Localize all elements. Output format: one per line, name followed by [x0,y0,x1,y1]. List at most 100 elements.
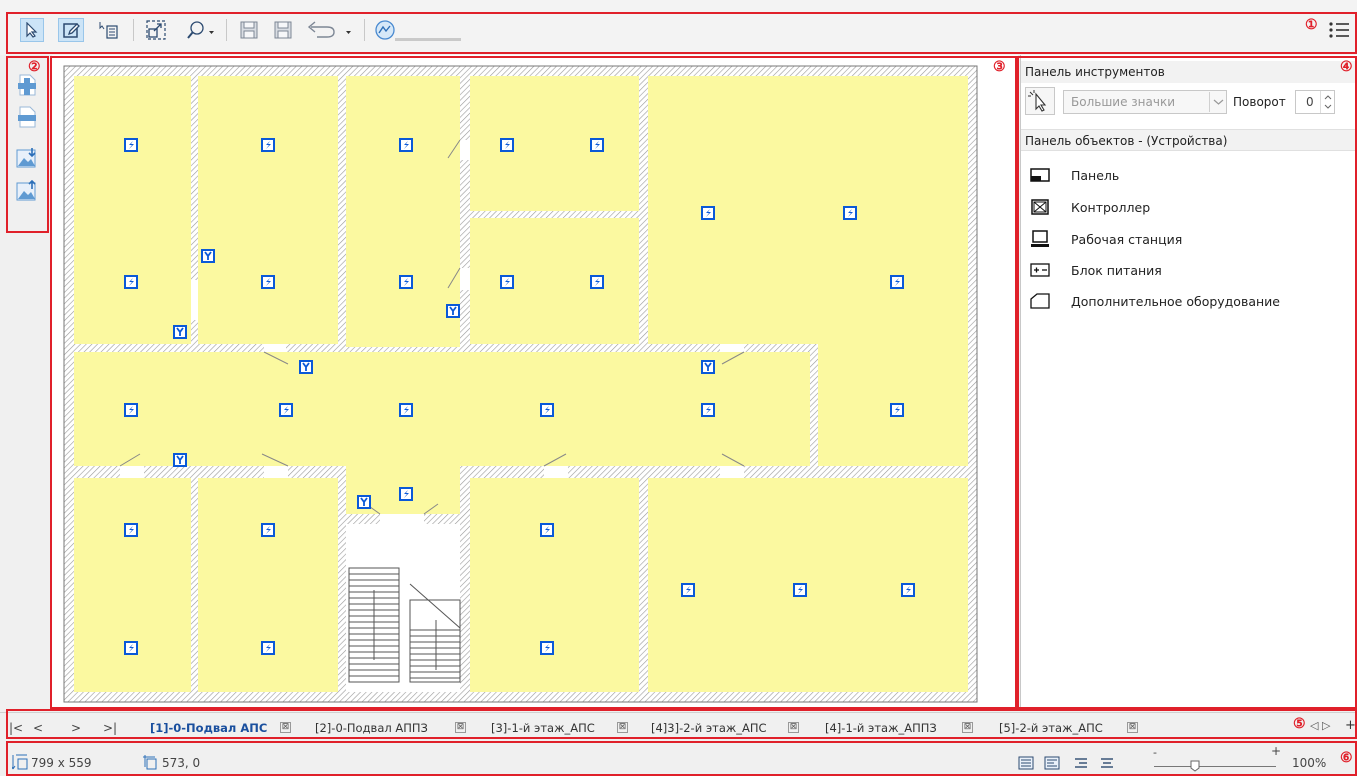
tab-floor-3[interactable]: [3]-1-й этаж_АПС [491,718,595,738]
manual-call-point-icon[interactable] [173,325,187,339]
smoke-detector-icon[interactable] [399,403,413,417]
smoke-detector-icon[interactable] [681,583,695,597]
import-image-icon[interactable] [16,147,40,171]
smoke-detector-icon[interactable] [500,138,514,152]
prev-tab-button[interactable]: < [28,720,48,736]
smoke-detector-icon[interactable] [500,275,514,289]
export-image-icon[interactable] [16,179,40,204]
smoke-detector-icon[interactable] [901,583,915,597]
rotation-input[interactable]: 0 [1295,90,1335,114]
tab-close-icon[interactable]: ⊠ [962,722,973,733]
smoke-detector-icon[interactable] [279,403,293,417]
smoke-detector-icon[interactable] [540,403,554,417]
rotation-stepper[interactable] [1320,91,1334,113]
smoke-detector-icon[interactable] [890,403,904,417]
smoke-detector-icon[interactable] [540,641,554,655]
zoom-minus-button[interactable]: - [1153,746,1157,759]
room [74,76,191,344]
smoke-detector-icon[interactable] [399,487,413,501]
undo-icon[interactable] [304,18,354,42]
smoke-detector-icon[interactable] [261,275,275,289]
tab-close-icon[interactable]: ⊠ [455,722,466,733]
cursor-position: 573, 0 [162,756,201,770]
tab-close-icon[interactable]: ⊠ [1127,722,1138,733]
object-item-workstation[interactable]: Рабочая станция [1029,228,1182,250]
smoke-detector-icon[interactable] [890,275,904,289]
tab-floor-6[interactable]: [5]-2-й этаж_АПС [999,718,1103,738]
main-toolbar [0,0,1357,55]
smoke-detector-icon[interactable] [261,523,275,537]
tab-close-icon[interactable]: ⊠ [280,722,291,733]
manual-call-point-icon[interactable] [201,249,215,263]
chevron-down-icon[interactable] [1209,92,1226,112]
manual-call-point-icon[interactable] [173,453,187,467]
floor-plan-canvas[interactable] [52,55,1062,710]
add-tab-button[interactable]: + [1345,718,1356,733]
add-floor-icon[interactable] [16,73,40,97]
smoke-detector-icon[interactable] [540,523,554,537]
tab-floor-2[interactable]: [2]-0-Подвал АППЗ [315,718,428,738]
select-arrow-icon[interactable] [20,18,44,42]
pointer-tool-icon[interactable] [1025,87,1055,115]
smoke-detector-icon[interactable] [261,641,275,655]
power-supply-icon [1029,261,1051,279]
align-left-icon[interactable] [1044,756,1060,773]
align-justify-icon[interactable] [1018,756,1034,773]
smoke-detector-icon[interactable] [399,275,413,289]
tab-floor-5[interactable]: [4]-1-й этаж_АППЗ [825,718,937,738]
object-item-power-supply[interactable]: Блок питания [1029,259,1162,281]
room [346,76,460,347]
smoke-detector-icon[interactable] [590,275,604,289]
smoke-detector-icon[interactable] [124,275,138,289]
floor-tabs: |< < > >| [1]-0-Подвал АПС ⊠ [2]-0-Подва… [0,712,1357,740]
smoke-detector-icon[interactable] [124,641,138,655]
smoke-detector-icon[interactable] [124,138,138,152]
smoke-detector-icon[interactable] [124,523,138,537]
next-tab-button[interactable]: > [66,720,86,736]
floor-toolbar [0,55,52,710]
floor-plan[interactable] [52,55,1018,710]
zoom-plus-button[interactable]: + [1271,744,1281,758]
room [198,478,338,692]
menu-icon[interactable] [1327,18,1351,42]
save-as-icon[interactable] [270,18,296,42]
align-right-icon[interactable] [1074,756,1088,773]
tab-close-icon[interactable]: ⊠ [617,722,628,733]
smoke-detector-icon[interactable] [793,583,807,597]
last-tab-button[interactable]: >| [100,720,120,736]
annotation-number-2: ② [28,59,41,75]
room [470,76,639,211]
smoke-detector-icon[interactable] [590,138,604,152]
toolbar-zoom-track[interactable] [395,38,461,41]
edit-icon[interactable] [58,18,84,42]
object-item-extra-equipment[interactable]: Дополнительное оборудование [1029,290,1280,312]
zoom-frame-icon[interactable] [143,18,169,42]
object-item-controller[interactable]: Контроллер [1029,196,1150,218]
tab-floor-4[interactable]: [4]3]-2-й этаж_АПС [651,718,767,738]
search-zoom-icon[interactable] [183,18,219,42]
zoom-slider-track[interactable] [1154,766,1276,767]
first-tab-button[interactable]: |< [6,720,26,736]
zoom-slider-thumb[interactable] [1190,760,1200,772]
align-center-icon[interactable] [1100,756,1114,773]
manual-call-point-icon[interactable] [446,304,460,318]
object-item-panel[interactable]: Панель [1029,164,1119,186]
manual-call-point-icon[interactable] [299,360,313,374]
properties-icon[interactable] [96,18,122,42]
rotation-value: 0 [1306,95,1314,109]
tab-scroll-icon[interactable]: ◁ ▷ [1310,719,1330,732]
tab-floor-1[interactable]: [1]-0-Подвал АПС [150,718,267,738]
smoke-detector-icon[interactable] [261,138,275,152]
smoke-detector-icon[interactable] [843,206,857,220]
manual-call-point-icon[interactable] [357,495,371,509]
smoke-detector-icon[interactable] [124,403,138,417]
tab-close-icon[interactable]: ⊠ [788,722,799,733]
smoke-detector-icon[interactable] [399,138,413,152]
right-panel: Панель инструментов Большие значки Повор… [1020,55,1357,710]
smoke-detector-icon[interactable] [701,206,715,220]
icon-size-select[interactable]: Большие значки [1063,90,1227,114]
smoke-detector-icon[interactable] [701,403,715,417]
manual-call-point-icon[interactable] [701,360,715,374]
remove-floor-icon[interactable] [16,105,40,129]
save-icon[interactable] [236,18,262,42]
